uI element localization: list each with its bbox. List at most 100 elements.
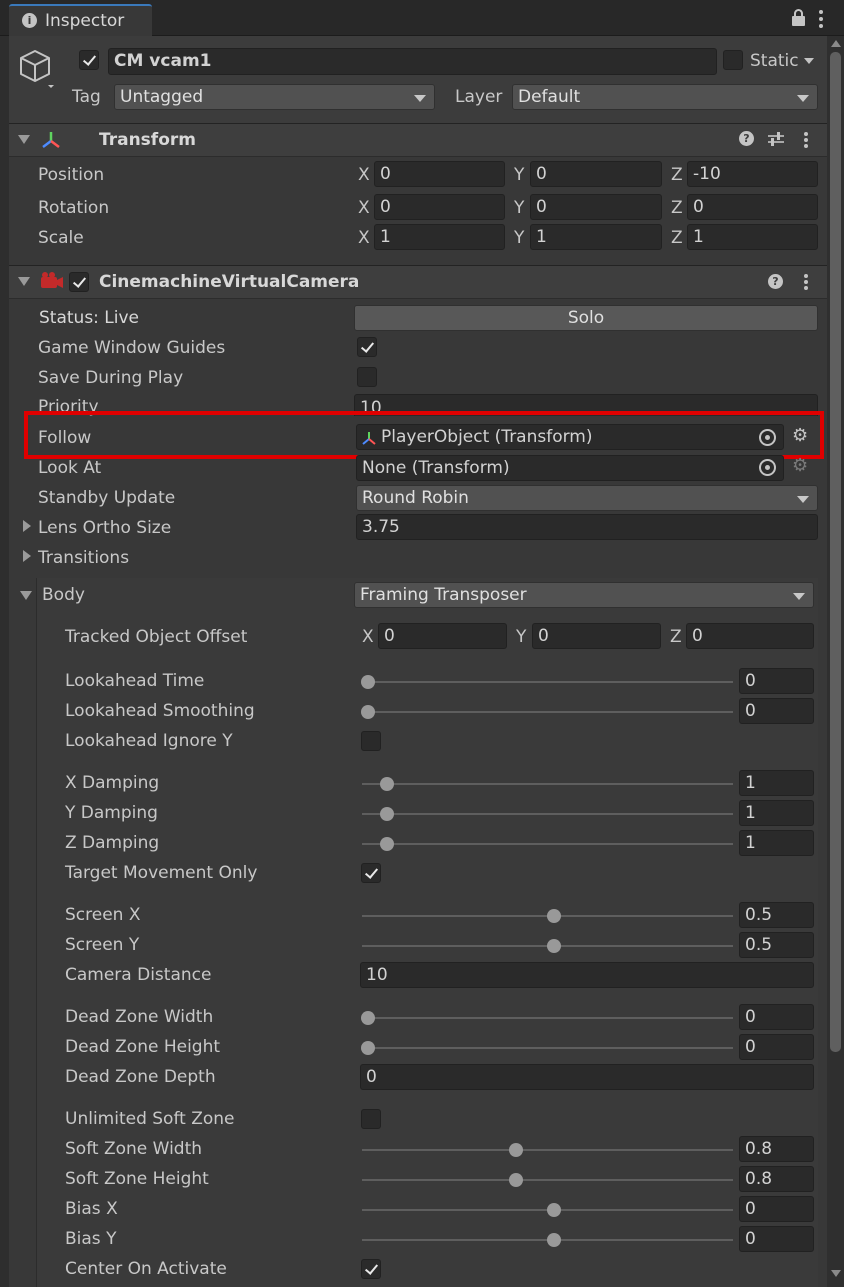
dead-zone-width-field[interactable]: 0: [739, 1004, 814, 1030]
solo-button[interactable]: Solo: [354, 305, 818, 331]
bias-x-slider-knob[interactable]: [546, 1203, 561, 1217]
gear-icon[interactable]: ⚙: [792, 457, 808, 475]
tag-dropdown[interactable]: Untagged: [114, 84, 435, 110]
x-damping-slider-knob[interactable]: [379, 777, 394, 791]
static-label[interactable]: Static: [750, 53, 799, 70]
lens-foldout[interactable]: [23, 520, 31, 532]
screen-x-field[interactable]: 0.5: [739, 902, 814, 928]
soft-zone-height-field[interactable]: 0.8: [739, 1166, 814, 1192]
transform-foldout[interactable]: [18, 135, 30, 144]
layer-dropdown[interactable]: Default: [512, 84, 818, 110]
y-damping-slider-knob[interactable]: [379, 807, 394, 821]
kebab-icon[interactable]: [804, 132, 808, 148]
rotation-y-field[interactable]: 0: [530, 194, 662, 220]
help-icon[interactable]: ?: [768, 274, 783, 289]
dead-zone-width-slider-track[interactable]: [362, 1017, 733, 1019]
transitions-label: Transitions: [38, 548, 130, 568]
lookahead-time-slider-knob[interactable]: [361, 675, 375, 689]
save-during-play-checkbox[interactable]: [357, 367, 377, 387]
standby-dropdown[interactable]: Round Robin: [356, 485, 818, 511]
kebab-icon[interactable]: [819, 10, 823, 28]
soft-zone-width-field[interactable]: 0.8: [739, 1136, 814, 1162]
screen-y-slider-knob[interactable]: [546, 939, 561, 953]
screen-x-slider-knob[interactable]: [546, 909, 561, 923]
lookahead-time-slider-track[interactable]: [362, 681, 733, 683]
scrollbar[interactable]: [827, 36, 844, 1287]
scroll-thumb[interactable]: [830, 52, 841, 1052]
bias-y-field[interactable]: 0: [739, 1226, 814, 1252]
screen-x-label: Screen X: [65, 905, 141, 925]
body-dropdown[interactable]: Framing Transposer: [354, 582, 814, 608]
x-damping-slider-track[interactable]: [362, 783, 733, 785]
position-x-field[interactable]: 0: [374, 161, 505, 187]
lookahead-ignore-y-checkbox[interactable]: [361, 731, 381, 751]
target-movement-only-label: Target Movement Only: [65, 863, 258, 883]
follow-highlight-box: [24, 411, 824, 459]
soft-zone-width-slider-track[interactable]: [362, 1149, 733, 1151]
body-foldout[interactable]: [20, 591, 32, 600]
scale-y-field[interactable]: 1: [530, 224, 662, 250]
bias-y-label: Bias Y: [65, 1229, 117, 1249]
rotation-z-field[interactable]: 0: [687, 194, 818, 220]
target-movement-only-checkbox[interactable]: [361, 863, 381, 883]
position-y-field[interactable]: 0: [530, 161, 662, 187]
axis-x-label: X: [358, 228, 370, 248]
dead-zone-height-field[interactable]: 0: [739, 1034, 814, 1060]
target-icon[interactable]: [759, 459, 776, 476]
x-damping-field[interactable]: 1: [739, 770, 814, 796]
vcam-foldout[interactable]: [18, 277, 30, 286]
soft-zone-height-slider-track[interactable]: [362, 1179, 733, 1181]
center-on-activate-checkbox[interactable]: [361, 1259, 381, 1279]
lookahead-smoothing-field[interactable]: 0: [739, 698, 814, 724]
rotation-x-field[interactable]: 0: [374, 194, 505, 220]
unlimited-soft-zone-checkbox[interactable]: [361, 1109, 381, 1129]
tracked-offset-y-field[interactable]: 0: [532, 623, 661, 649]
axis-z-label: Z: [671, 228, 683, 248]
dead-zone-height-slider-track[interactable]: [362, 1047, 733, 1049]
rotation-label: Rotation: [38, 198, 110, 218]
dead-zone-height-slider-knob[interactable]: [361, 1041, 375, 1055]
object-active-checkbox[interactable]: [79, 50, 99, 70]
transform-title: Transform: [99, 130, 196, 150]
dead-zone-depth-field[interactable]: 0: [360, 1064, 814, 1090]
screen-y-field[interactable]: 0.5: [739, 932, 814, 958]
object-name-field[interactable]: CM vcam1: [108, 48, 717, 75]
save-during-play-label: Save During Play: [38, 368, 184, 388]
transitions-foldout[interactable]: [23, 550, 31, 562]
look-at-label: Look At: [38, 458, 102, 478]
bias-x-field[interactable]: 0: [739, 1196, 814, 1222]
static-checkbox[interactable]: [723, 50, 743, 70]
bias-y-slider-knob[interactable]: [546, 1233, 561, 1247]
y-damping-slider-track[interactable]: [362, 813, 733, 815]
lookahead-smoothing-slider-track[interactable]: [362, 711, 733, 713]
scroll-down-arrow[interactable]: [831, 1270, 841, 1277]
z-damping-slider-track[interactable]: [362, 843, 733, 845]
y-damping-field[interactable]: 1: [739, 800, 814, 826]
lookahead-time-field[interactable]: 0: [739, 668, 814, 694]
z-damping-slider-knob[interactable]: [379, 837, 394, 851]
dead-zone-height-label: Dead Zone Height: [65, 1037, 221, 1057]
scale-z-field[interactable]: 1: [687, 224, 818, 250]
z-damping-label: Z Damping: [65, 833, 160, 853]
position-z-field[interactable]: -10: [687, 161, 818, 187]
lookahead-smoothing-slider-knob[interactable]: [361, 705, 375, 719]
static-dropdown-arrow[interactable]: [804, 58, 814, 64]
vcam-enabled-checkbox[interactable]: [69, 272, 89, 292]
game-window-guides-checkbox[interactable]: [357, 337, 377, 357]
scale-x-field[interactable]: 1: [374, 224, 505, 250]
tracked-offset-x-field[interactable]: 0: [378, 623, 507, 649]
help-icon[interactable]: ?: [739, 131, 754, 146]
inspector-tab[interactable]: i Inspector: [9, 4, 152, 36]
kebab-icon[interactable]: [804, 274, 808, 290]
scroll-up-arrow[interactable]: [831, 40, 841, 47]
axis-y-label: Y: [516, 627, 527, 647]
z-damping-field[interactable]: 1: [739, 830, 814, 856]
look-at-field[interactable]: None (Transform): [356, 455, 784, 481]
axis-z-label: Z: [671, 198, 683, 218]
lens-field[interactable]: 3.75: [356, 514, 818, 540]
tracked-offset-z-field[interactable]: 0: [686, 623, 814, 649]
dead-zone-width-slider-knob[interactable]: [361, 1011, 375, 1025]
camera-distance-field[interactable]: 10: [360, 962, 814, 988]
tab-title: Inspector: [45, 11, 125, 31]
sliders-icon[interactable]: [767, 130, 785, 148]
